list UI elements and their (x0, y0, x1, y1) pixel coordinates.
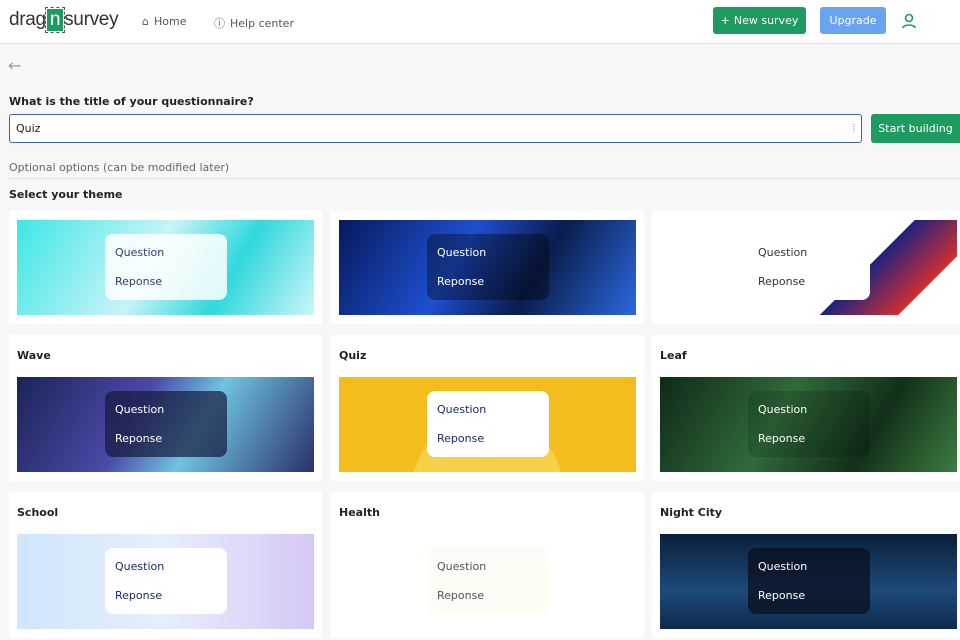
theme-card[interactable]: Question Reponse (652, 211, 960, 324)
help-icon: ⓘ (214, 17, 225, 30)
theme-preview: Question Reponse (339, 377, 636, 472)
theme-preview: Question Reponse (660, 220, 957, 315)
preview-box: Question Reponse (105, 234, 227, 300)
preview-box: Question Reponse (427, 234, 549, 300)
theme-name: Night City (660, 506, 723, 519)
divider (9, 178, 960, 179)
theme-card[interactable]: Wave Question Reponse (9, 335, 322, 481)
theme-card[interactable]: Night City Question Reponse (652, 492, 960, 638)
theme-name: Wave (17, 349, 51, 362)
preview-box: Question Reponse (748, 391, 870, 457)
top-bar: drag n survey ⌂ Home ⓘ Help center + New surv… (0, 0, 960, 44)
nav-home[interactable]: ⌂ Home (142, 15, 186, 28)
theme-name: Quiz (339, 349, 367, 362)
new-survey-button[interactable]: + New survey (713, 7, 806, 34)
theme-preview: Question Reponse (17, 220, 314, 315)
theme-card[interactable]: Leaf Question Reponse (652, 335, 960, 481)
theme-preview: Question Reponse (339, 220, 636, 315)
back-arrow-icon[interactable]: ← (8, 56, 21, 75)
input-handle-icon: ⦙ (852, 123, 855, 134)
preview-box: Question Reponse (748, 548, 870, 614)
nav-help-center[interactable]: ⓘ Help center (214, 15, 294, 31)
theme-preview: Question Reponse (339, 534, 636, 629)
theme-card[interactable]: School Question Reponse (9, 492, 322, 638)
title-input[interactable]: Quiz ⦙ (9, 114, 862, 143)
theme-name: School (17, 506, 59, 519)
theme-card[interactable]: Question Reponse (9, 211, 322, 324)
theme-card[interactable]: Quiz Question Reponse (331, 335, 644, 481)
theme-card[interactable]: Question Reponse (331, 211, 644, 324)
theme-name: Health (339, 506, 380, 519)
preview-box: Question Reponse (105, 391, 227, 457)
select-theme-heading: Select your theme (9, 188, 123, 201)
plus-icon: + (720, 14, 730, 27)
upgrade-button[interactable]: Upgrade (820, 7, 886, 34)
theme-preview: Question Reponse (17, 377, 314, 472)
optional-options-label: Optional options (can be modified later) (9, 161, 230, 174)
logo[interactable]: drag n survey (9, 7, 119, 33)
theme-preview: Question Reponse (17, 534, 314, 629)
start-building-button[interactable]: Start building (871, 114, 960, 143)
user-icon[interactable] (900, 12, 918, 30)
preview-box: Question Reponse (105, 548, 227, 614)
theme-card[interactable]: Health Question Reponse (331, 492, 644, 638)
theme-name: Leaf (660, 349, 687, 362)
home-icon: ⌂ (142, 15, 149, 28)
title-label: What is the title of your questionnaire? (9, 95, 254, 108)
theme-preview: Question Reponse (660, 534, 957, 629)
theme-preview: Question Reponse (660, 377, 957, 472)
preview-box: Question Reponse (427, 548, 549, 614)
preview-box: Question Reponse (427, 391, 549, 457)
preview-box: Question Reponse (748, 234, 870, 300)
